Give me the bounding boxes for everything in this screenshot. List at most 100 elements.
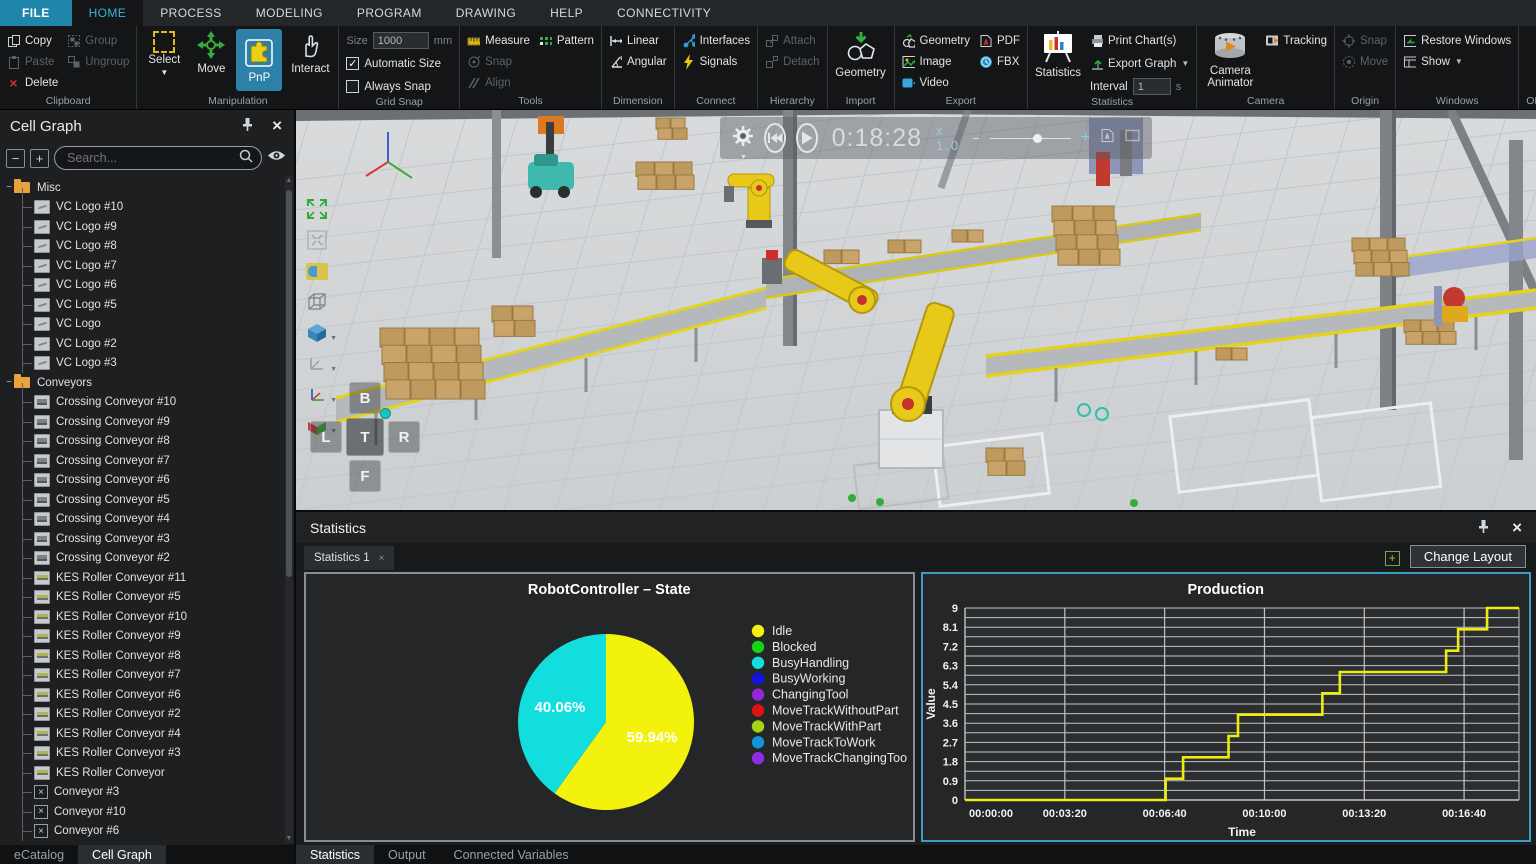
dock-tab-statistics[interactable]: Statistics — [296, 845, 374, 864]
close-statistics-icon[interactable]: × — [1512, 521, 1522, 535]
linear-button[interactable]: Linear — [607, 31, 669, 50]
export-video-button[interactable]: Video — [900, 73, 973, 92]
pnp-button[interactable]: PnP — [236, 29, 282, 91]
play-button[interactable] — [796, 123, 818, 153]
tree-item-crossing-conveyor-6[interactable]: Crossing Conveyor #6 — [0, 471, 294, 491]
panel-tab-ecatalog[interactable]: eCatalog — [0, 845, 78, 864]
interfaces-button[interactable]: Interfaces — [680, 31, 753, 50]
tree-item-conveyor-3[interactable]: ×Conveyor #3 — [0, 783, 294, 803]
tree-item-vc-logo-3[interactable]: VC Logo #3 — [0, 354, 294, 374]
statistics-button[interactable]: Statistics — [1033, 29, 1083, 79]
origin-snap-button[interactable]: Snap — [1340, 31, 1390, 50]
attach-button[interactable]: Attach — [763, 31, 821, 50]
align-button[interactable]: Align — [465, 73, 532, 92]
tree-item-vc-logo-10[interactable]: VC Logo #10 — [0, 198, 294, 218]
tree-item-vc-logo-7[interactable]: VC Logo #7 — [0, 256, 294, 276]
speed-slider[interactable] — [990, 138, 1071, 139]
export-geometry-button[interactable]: Geometry — [900, 31, 973, 50]
nav-left-button[interactable]: L — [310, 421, 342, 453]
export-pdf-button[interactable]: PDF — [977, 31, 1022, 50]
tree-item-kes-roller-conveyor-8[interactable]: KES Roller Conveyor #8 — [0, 646, 294, 666]
interval-input[interactable] — [1133, 78, 1171, 95]
nav-orbit-dot[interactable] — [380, 408, 391, 419]
size-input[interactable] — [373, 32, 429, 49]
change-layout-button[interactable]: Change Layout — [1410, 545, 1526, 568]
interact-button[interactable]: Interact — [287, 29, 333, 75]
tree-item-vc-logo-8[interactable]: VC Logo #8 — [0, 237, 294, 257]
add-chart-icon[interactable]: + — [1385, 551, 1400, 566]
omniverse-connect-button[interactable]: Connect — [1529, 29, 1536, 81]
viewport-3d[interactable]: ▼ 0:18:28 x 1.0 − + — [296, 110, 1536, 510]
tab-statistics-1[interactable]: Statistics 1× — [304, 546, 394, 570]
reset-simulation-button[interactable] — [764, 123, 786, 153]
tree-item-kes-roller-conveyor-9[interactable]: KES Roller Conveyor #9 — [0, 627, 294, 647]
export-graph-button[interactable]: Export Graph▼ — [1088, 54, 1191, 73]
tree-item-crossing-conveyor-2[interactable]: Crossing Conveyor #2 — [0, 549, 294, 569]
delete-button[interactable]: ×Delete — [5, 73, 60, 92]
menu-tab-home[interactable]: HOME — [72, 0, 144, 26]
measure-button[interactable]: Measure — [465, 31, 532, 50]
origin-move-button[interactable]: Move — [1340, 52, 1390, 71]
copy-button[interactable]: Copy — [5, 31, 60, 50]
tracking-button[interactable]: Tracking — [1263, 31, 1329, 50]
menu-tab-modeling[interactable]: MODELING — [239, 0, 340, 26]
tree-item-kes-roller-conveyor-6[interactable]: KES Roller Conveyor #6 — [0, 685, 294, 705]
dock-tab-output[interactable]: Output — [374, 845, 440, 864]
tree-item-vc-logo[interactable]: VC Logo — [0, 315, 294, 335]
nav-back-button[interactable]: B — [349, 382, 381, 414]
restore-windows-button[interactable]: Restore Windows — [1401, 31, 1513, 50]
angular-button[interactable]: Angular — [607, 52, 669, 71]
search-box[interactable] — [54, 146, 262, 170]
tree-item-crossing-conveyor-7[interactable]: Crossing Conveyor #7 — [0, 451, 294, 471]
render-mode-icon[interactable] — [305, 260, 329, 282]
paste-button[interactable]: Paste — [5, 52, 60, 71]
tree-item-kes-roller-conveyor-5[interactable]: KES Roller Conveyor #5 — [0, 588, 294, 608]
snap-button[interactable]: Snap — [465, 52, 532, 71]
tree-item-conveyor-6[interactable]: ×Conveyor #6 — [0, 822, 294, 842]
tree-item-kes-roller-conveyor-7[interactable]: KES Roller Conveyor #7 — [0, 666, 294, 686]
dock-tab-connected-variables[interactable]: Connected Variables — [440, 845, 583, 864]
tree-item-kes-roller-conveyor-4[interactable]: KES Roller Conveyor #4 — [0, 724, 294, 744]
pattern-button[interactable]: Pattern — [537, 31, 596, 50]
menu-tab-process[interactable]: PROCESS — [143, 0, 238, 26]
pin-icon[interactable] — [241, 117, 254, 136]
automatic-size-checkbox[interactable]: ✓Automatic Size — [344, 54, 454, 73]
shaded-cube-icon[interactable]: ▼ — [305, 322, 329, 344]
export-image-button[interactable]: Image — [900, 52, 973, 71]
tree-item-vc-logo-5[interactable]: VC Logo #5 — [0, 295, 294, 315]
tree-item-kes-roller-conveyor-10[interactable]: KES Roller Conveyor #10 — [0, 607, 294, 627]
always-snap-checkbox[interactable]: Always Snap — [344, 77, 454, 96]
settings-gear-icon[interactable]: ▼ — [732, 125, 754, 152]
export-pdf-viewport-icon[interactable] — [1100, 128, 1115, 148]
close-tab-icon[interactable]: × — [379, 553, 385, 564]
print-charts-button[interactable]: Print Chart(s) — [1088, 31, 1191, 50]
close-panel-icon[interactable]: × — [272, 119, 282, 133]
wireframe-cube-icon[interactable] — [305, 291, 329, 313]
tree-item-crossing-conveyor-4[interactable]: Crossing Conveyor #4 — [0, 510, 294, 530]
show-button[interactable]: Show▼ — [1401, 52, 1513, 71]
menu-tab-connectivity[interactable]: CONNECTIVITY — [600, 0, 728, 26]
fit-view-icon[interactable] — [305, 198, 329, 220]
select-button[interactable]: Select▼ — [142, 29, 186, 79]
menu-tab-program[interactable]: PROGRAM — [340, 0, 439, 26]
ungroup-button[interactable]: Ungroup — [65, 52, 131, 71]
import-geometry-button[interactable]: Geometry — [833, 29, 889, 79]
tree-folder-misc[interactable]: −Misc — [0, 178, 294, 198]
tree-scrollbar[interactable]: ▲▼ — [285, 176, 293, 843]
viewport-extra-icon[interactable] — [1125, 129, 1140, 147]
tree-item-crossing-conveyor-5[interactable]: Crossing Conveyor #5 — [0, 490, 294, 510]
signals-button[interactable]: Signals — [680, 52, 753, 71]
expand-all-button[interactable]: + — [30, 149, 49, 168]
tree-item-conveyor-10[interactable]: ×Conveyor #10 — [0, 802, 294, 822]
tree-item-kes-roller-conveyor-2[interactable]: KES Roller Conveyor #2 — [0, 705, 294, 725]
tree-item-vc-logo-9[interactable]: VC Logo #9 — [0, 217, 294, 237]
move-button[interactable]: Move — [191, 29, 231, 75]
tree-folder-conveyors[interactable]: −Conveyors — [0, 373, 294, 393]
tree-item-crossing-conveyor-10[interactable]: Crossing Conveyor #10 — [0, 393, 294, 413]
tree-item-kes-roller-conveyor[interactable]: KES Roller Conveyor — [0, 763, 294, 783]
nav-right-button[interactable]: R — [388, 421, 420, 453]
tree-item-kes-roller-conveyor-11[interactable]: KES Roller Conveyor #11 — [0, 568, 294, 588]
tree-item-crossing-conveyor-8[interactable]: Crossing Conveyor #8 — [0, 432, 294, 452]
group-button[interactable]: Group — [65, 31, 131, 50]
tree-item-kes-roller-conveyor-3[interactable]: KES Roller Conveyor #3 — [0, 744, 294, 764]
